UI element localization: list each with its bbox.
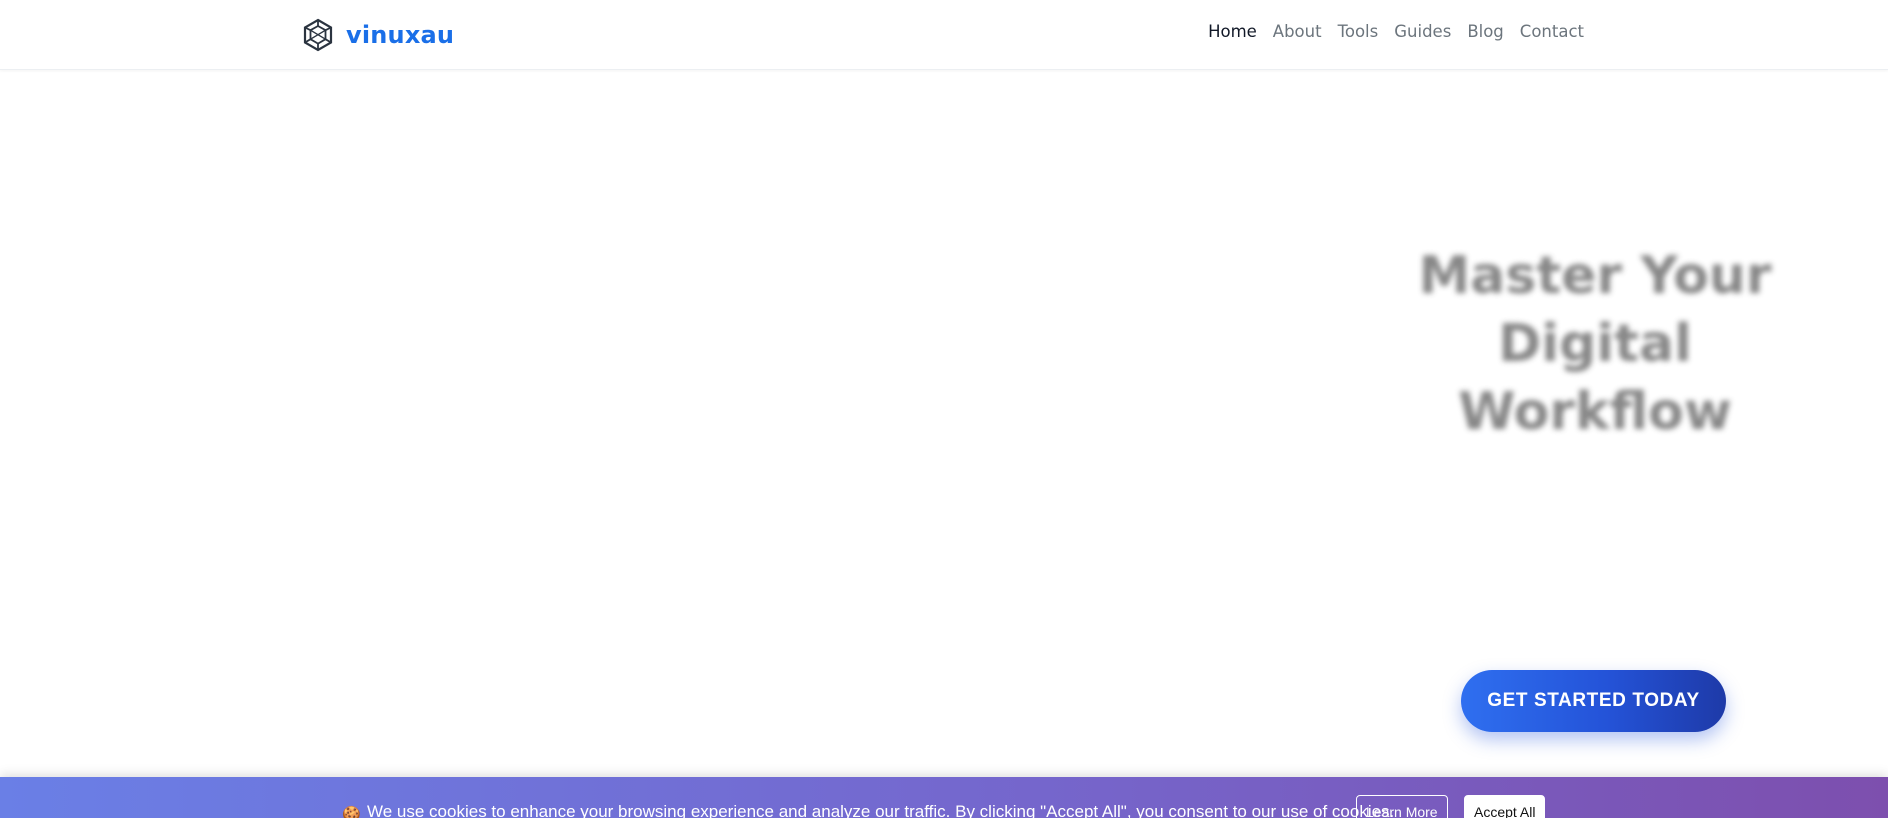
hero-title: Master Your Digital Workflow: [1390, 242, 1800, 446]
nav-item-guides[interactable]: Guides: [1394, 22, 1451, 41]
brand-link[interactable]: vinuxau: [300, 15, 454, 55]
cookie-banner-text: We use cookies to enhance your browsing …: [367, 802, 1395, 818]
cookie-icon: 🍪: [342, 805, 361, 818]
nav-item-home[interactable]: Home: [1208, 22, 1257, 41]
nav-item-contact[interactable]: Contact: [1520, 22, 1584, 41]
hero-title-line: Digital: [1498, 314, 1692, 374]
cube-wireframe-icon: [300, 17, 336, 53]
main-nav: Home About Tools Guides Blog Contact: [1208, 22, 1584, 41]
get-started-button[interactable]: GET STARTED TODAY: [1461, 670, 1726, 732]
cookie-banner: 🍪 We use cookies to enhance your browsin…: [0, 777, 1888, 818]
nav-item-tools[interactable]: Tools: [1338, 22, 1379, 41]
hero-title-line: Master Your: [1418, 246, 1772, 306]
nav-item-about[interactable]: About: [1273, 22, 1322, 41]
learn-more-button[interactable]: Learn More: [1356, 795, 1448, 818]
nav-item-blog[interactable]: Blog: [1467, 22, 1503, 41]
top-navbar: vinuxau Home About Tools Guides Blog Con…: [0, 0, 1888, 70]
accept-all-button[interactable]: Accept All: [1464, 795, 1546, 818]
brand-name: vinuxau: [346, 21, 455, 49]
hero-title-line: Workflow: [1458, 382, 1732, 442]
